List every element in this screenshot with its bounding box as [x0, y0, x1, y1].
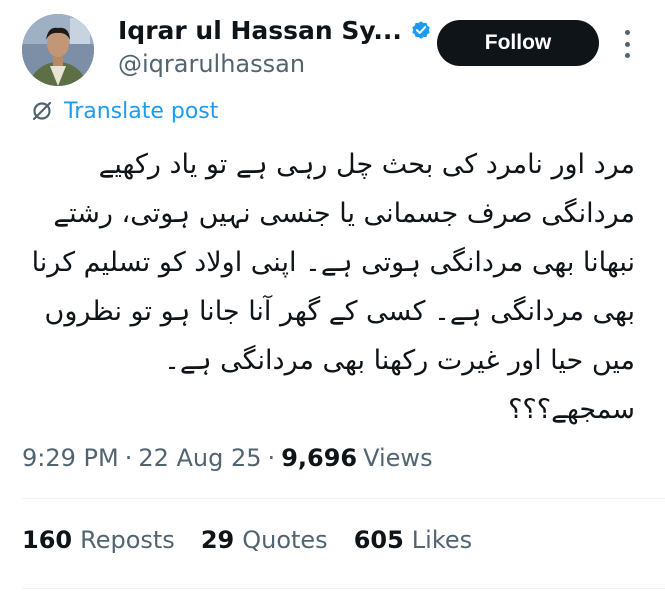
- reposts-label: Reposts: [80, 526, 175, 554]
- meta-separator: ·: [267, 444, 276, 472]
- divider: [22, 498, 665, 499]
- post-meta: 9:29 PM · 22 Aug 25 · 9,696 Views: [22, 444, 433, 472]
- likes-label: Likes: [411, 526, 473, 554]
- avatar-image: [22, 14, 94, 86]
- quotes-stat[interactable]: 29 Quotes: [201, 526, 328, 554]
- likes-stat[interactable]: 605 Likes: [354, 526, 472, 554]
- more-options-icon[interactable]: [622, 30, 632, 58]
- verified-badge-icon: [410, 19, 432, 41]
- post-line: بھی مردانگی ہے۔ کسی کے گھر آنا جانا ہو ت…: [44, 296, 635, 327]
- post-line: سمجھے؟؟؟: [508, 394, 635, 425]
- reposts-stat[interactable]: 160 Reposts: [22, 526, 175, 554]
- views-label: Views: [363, 444, 433, 472]
- post-line: مردانگی صرف جسمانی یا جنسی نہیں ہوتی، رش…: [53, 198, 635, 229]
- follow-button[interactable]: Follow: [437, 20, 599, 66]
- translate-icon: [30, 99, 54, 123]
- post-text: مرد اور نامرد کی بحث چل رہی ہے تو یاد رک…: [31, 140, 635, 434]
- author-name-row[interactable]: Iqrar ul Hassan Sy...: [118, 12, 432, 48]
- translate-post-label[interactable]: Translate post: [64, 99, 218, 124]
- author-handle[interactable]: @iqrarulhassan: [118, 50, 305, 78]
- divider: [22, 588, 665, 589]
- translate-post-link[interactable]: Translate post: [30, 96, 218, 126]
- likes-count: 605: [353, 526, 404, 554]
- author-display-name[interactable]: Iqrar ul Hassan Sy...: [118, 16, 402, 45]
- quotes-label: Quotes: [242, 526, 328, 554]
- views-count: 9,696: [281, 444, 358, 472]
- meta-separator: ·: [124, 444, 133, 472]
- reposts-count: 160: [22, 526, 73, 554]
- post-line: مرد اور نامرد کی بحث چل رہی ہے تو یاد رک…: [98, 149, 635, 180]
- post-line: میں حیا اور غیرت رکھنا بھی مردانگی ہے۔: [164, 345, 635, 376]
- quotes-count: 29: [200, 526, 235, 554]
- engagement-stats: 160 Reposts 29 Quotes 605 Likes: [22, 526, 498, 554]
- avatar[interactable]: [22, 14, 94, 86]
- post-date[interactable]: 22 Aug 25: [138, 444, 261, 472]
- post-line: نبھانا بھی مردانگی ہوتی ہے۔ اپنی اولاد ک…: [31, 247, 635, 278]
- post-time[interactable]: 9:29 PM: [22, 444, 119, 472]
